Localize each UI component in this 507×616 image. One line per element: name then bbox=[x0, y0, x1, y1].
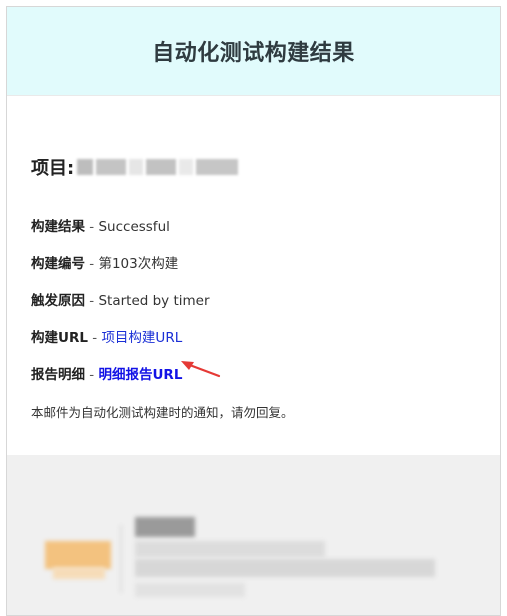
separator: - bbox=[85, 367, 99, 383]
footer-text-blurred bbox=[135, 517, 195, 537]
annotation-arrow-icon bbox=[181, 361, 221, 378]
email-header: 自动化测试构建结果 bbox=[7, 7, 500, 96]
notice-text: 本邮件为自动化测试构建时的通知，请勿回复。 bbox=[31, 405, 294, 420]
footer-divider-blurred bbox=[120, 525, 122, 593]
trigger-cause-key: 触发原因 bbox=[31, 293, 85, 309]
separator: - bbox=[85, 293, 99, 309]
detail-row-build-number: 构建编号 - 第103次构建 bbox=[31, 252, 178, 272]
email-footer bbox=[7, 455, 500, 615]
trigger-cause-value: Started by timer bbox=[98, 293, 210, 309]
build-number-value: 第103次构建 bbox=[98, 256, 179, 272]
detail-row-build-result: 构建结果 - Successful bbox=[31, 215, 170, 235]
email-card: 自动化测试构建结果 项目: 构建结果 - Successful 构建编号 - 第… bbox=[6, 6, 501, 616]
build-result-value: Successful bbox=[98, 219, 170, 235]
report-detail-key: 报告明细 bbox=[31, 367, 85, 383]
project-row: 项目: bbox=[31, 154, 239, 180]
email-title: 自动化测试构建结果 bbox=[152, 41, 355, 66]
build-number-key: 构建编号 bbox=[31, 256, 85, 272]
separator: - bbox=[87, 330, 102, 346]
redacted-project-name bbox=[74, 159, 239, 175]
detail-row-build-url: 构建URL - 项目构建URL bbox=[31, 326, 182, 346]
build-result-key: 构建结果 bbox=[31, 219, 85, 235]
build-url-key: 构建URL bbox=[31, 330, 88, 346]
footer-logo-blurred bbox=[45, 541, 111, 569]
detail-row-trigger-cause: 触发原因 - Started by timer bbox=[31, 289, 210, 309]
project-label: 项目: bbox=[31, 158, 75, 179]
separator: - bbox=[85, 219, 99, 235]
separator: - bbox=[85, 256, 99, 272]
build-url-link[interactable]: 项目构建URL bbox=[101, 330, 182, 346]
detail-row-report-detail: 报告明细 - 明细报告URL bbox=[31, 363, 182, 383]
report-detail-link[interactable]: 明细报告URL bbox=[98, 367, 182, 383]
email-body: 项目: 构建结果 - Successful 构建编号 - 第103次构建 触发原… bbox=[7, 96, 500, 460]
